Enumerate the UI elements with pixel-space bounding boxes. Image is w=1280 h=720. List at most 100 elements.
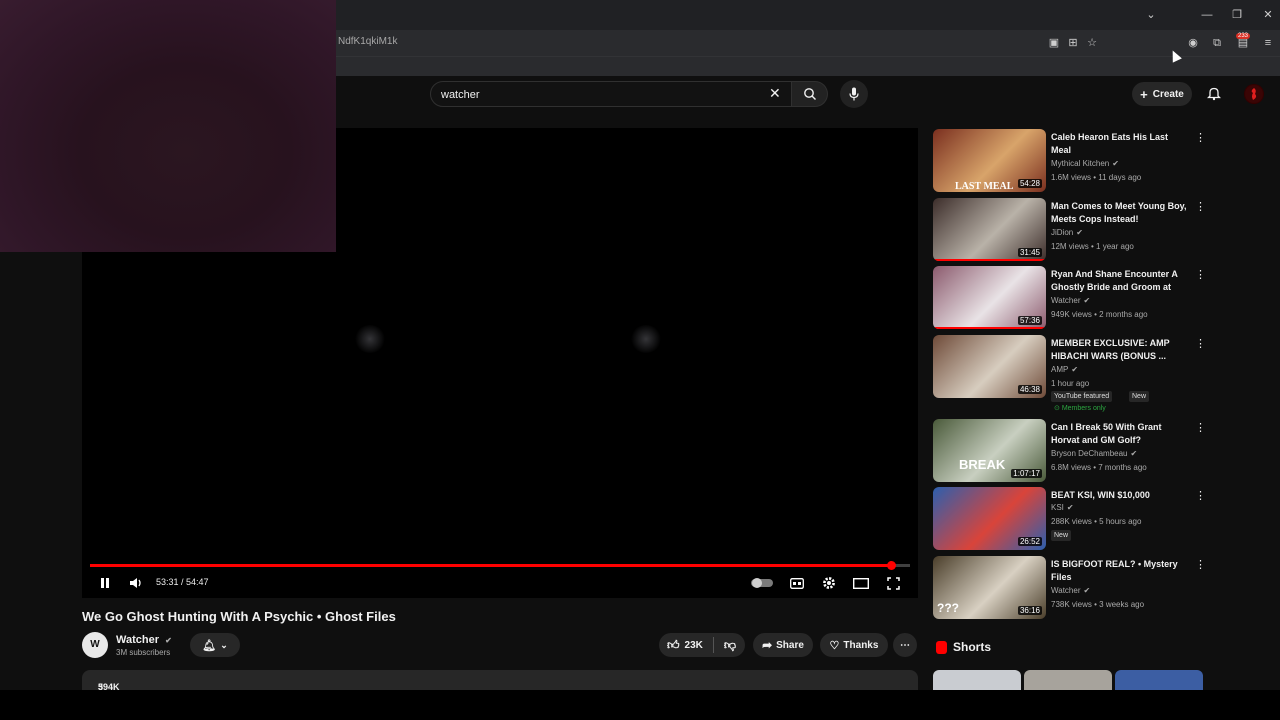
recommendation-channel-name[interactable]: Bryson DeChambeau (1051, 449, 1127, 458)
recommendation-title[interactable]: Ryan And Shane Encounter A Ghostly Bride… (1051, 268, 1189, 294)
video-thumbnail[interactable]: 46:38 (933, 335, 1046, 398)
verified-icon: ✔ (1130, 449, 1138, 458)
recommendation-title[interactable]: BEAT KSI, WIN $10,000 (1051, 489, 1189, 502)
recommendation-item[interactable]: 57:36 Ryan And Shane Encounter A Ghostly… (933, 266, 1206, 330)
search-box[interactable]: watcher ✕ (430, 81, 792, 107)
more-actions-button[interactable]: ⋯ (893, 633, 917, 657)
progress-fill (90, 564, 892, 567)
recommendation-item[interactable]: LAST MEAL 54:28 Caleb Hearon Eats His La… (933, 129, 1206, 193)
minimize-icon[interactable]: — (1197, 6, 1217, 24)
recommendation-channel[interactable]: Mythical Kitchen ✔ (1051, 159, 1119, 168)
recommendation-channel[interactable]: AMP ✔ (1051, 365, 1078, 374)
recommendation-channel-name[interactable]: KSI (1051, 503, 1064, 512)
recommendation-item[interactable]: 26:52 BEAT KSI, WIN $10,000 KSI ✔ 288K vi… (933, 487, 1206, 553)
pause-button[interactable] (96, 574, 114, 592)
more-vertical-icon[interactable]: ⋮ (1195, 131, 1206, 144)
video-thumbnail[interactable]: 26:52 (933, 487, 1046, 550)
recommendation-title[interactable]: Can I Break 50 With Grant Horvat and GM … (1051, 421, 1189, 447)
recommendation-title[interactable]: Man Comes to Meet Young Boy, Meets Cops … (1051, 200, 1189, 226)
theater-mode-button[interactable] (852, 574, 870, 592)
video-thumbnail[interactable]: ??? 36:16 (933, 556, 1046, 619)
video-thumbnail[interactable]: LAST MEAL 54:28 (933, 129, 1046, 192)
volume-button[interactable] (127, 574, 145, 592)
short-thumbnail[interactable] (1024, 670, 1112, 690)
captions-icon (790, 578, 804, 589)
recommendation-meta: 738K views • 3 weeks ago (1051, 600, 1145, 609)
more-vertical-icon[interactable]: ⋮ (1195, 489, 1206, 502)
description-box[interactable]: 594K views 3 days ago (82, 670, 918, 712)
share-button[interactable]: ➦ Share (753, 633, 813, 657)
subscribe-notifications-button[interactable]: 🔔︎ ⌄ (190, 633, 240, 657)
recommendation-title[interactable]: Caleb Hearon Eats His Last Meal (1051, 131, 1189, 157)
video-thumbnail[interactable]: 57:36 (933, 266, 1046, 329)
like-button[interactable]: 👍︎ 23K (667, 638, 703, 653)
account-avatar[interactable] (1244, 84, 1264, 104)
recommendation-channel-name[interactable]: AMP (1051, 365, 1068, 374)
close-window-icon[interactable]: ✕ (1258, 6, 1278, 24)
more-vertical-icon[interactable]: ⋮ (1195, 337, 1206, 350)
recommendation-meta: 12M views • 1 year ago (1051, 242, 1134, 251)
new-badge: New (1129, 391, 1150, 402)
new-badge: New (1051, 530, 1072, 541)
members-only-badge: ⊙ Members only (1054, 404, 1106, 412)
recommendation-channel-name[interactable]: Watcher (1051, 586, 1081, 595)
recommendation-meta: 949K views • 2 months ago (1051, 310, 1148, 319)
profile-sync-icon[interactable]: ◉ (1185, 35, 1201, 51)
video-title: We Go Ghost Hunting With A Psychic • Gho… (82, 609, 396, 624)
more-vertical-icon[interactable]: ⋮ (1195, 421, 1206, 434)
voice-search-button[interactable] (840, 80, 868, 108)
recommendation-channel[interactable]: KSI ✔ (1051, 503, 1074, 512)
fullscreen-icon (886, 577, 900, 590)
extensions-icon[interactable]: ⧉ (1209, 35, 1225, 51)
fullscreen-button[interactable] (884, 574, 902, 592)
thanks-button[interactable]: ♡ Thanks (820, 633, 888, 657)
recommendation-channel[interactable]: Watcher ✔ (1051, 586, 1090, 595)
recommendation-channel[interactable]: Bryson DeChambeau ✔ (1051, 449, 1137, 458)
recommendation-channel-name[interactable]: JiDion (1051, 228, 1073, 237)
captions-button[interactable] (788, 574, 806, 592)
recommendation-item[interactable]: 31:45 Man Comes to Meet Young Boy, Meets… (933, 198, 1206, 262)
url-text[interactable]: NdfK1qkiM1k (338, 36, 397, 47)
short-thumbnail[interactable] (1115, 670, 1203, 690)
video-thumbnail[interactable]: 31:45 (933, 198, 1046, 261)
settings-button[interactable] (820, 574, 838, 592)
dislike-button[interactable]: 👎︎ (724, 638, 736, 653)
recommendation-channel-name[interactable]: Mythical Kitchen (1051, 159, 1109, 168)
more-vertical-icon[interactable]: ⋮ (1195, 558, 1206, 571)
create-button[interactable]: + Create (1132, 82, 1192, 106)
channel-avatar[interactable]: W (82, 632, 108, 658)
video-thumbnail[interactable]: BREAK 1:07:17 (933, 419, 1046, 482)
search-button[interactable] (792, 81, 828, 107)
recommendation-title[interactable]: MEMBER EXCLUSIVE: AMP HIBACHI WARS (BONU… (1051, 337, 1189, 363)
recommendation-item[interactable]: BREAK 1:07:17 Can I Break 50 With Grant … (933, 419, 1206, 483)
install-app-icon[interactable]: ⊞ (1065, 35, 1081, 51)
channel-name-text[interactable]: Watcher (116, 634, 159, 646)
screenshot-icon[interactable]: ▣ (1046, 35, 1062, 51)
verified-icon: ✔ (1076, 228, 1083, 237)
gear-icon (823, 577, 835, 589)
autoplay-toggle[interactable] (750, 574, 774, 592)
more-vertical-icon[interactable]: ⋮ (1195, 268, 1206, 281)
channel-name[interactable]: Watcher ✔ (116, 634, 172, 646)
duration-badge: 1:07:17 (1011, 469, 1042, 478)
browser-menu-icon[interactable]: ≡ (1260, 35, 1276, 51)
recommendation-channel[interactable]: JiDion ✔ (1051, 228, 1083, 237)
more-vertical-icon[interactable]: ⋮ (1195, 200, 1206, 213)
recommendation-channel[interactable]: Watcher ✔ (1051, 296, 1090, 305)
recommendation-title[interactable]: IS BIGFOOT REAL? • Mystery Files (1051, 558, 1189, 584)
recommendation-channel-name[interactable]: Watcher (1051, 296, 1081, 305)
clear-search-icon[interactable]: ✕ (769, 85, 781, 102)
tab-list-chevron-icon[interactable]: ⌄ (1141, 6, 1161, 24)
short-thumbnail[interactable] (933, 670, 1021, 690)
bell-icon (1206, 87, 1222, 101)
thumbnail-text: BREAK (959, 457, 1006, 472)
bookmark-star-icon[interactable]: ☆ (1084, 35, 1100, 51)
recommendation-item[interactable]: ??? 36:16 IS BIGFOOT REAL? • Mystery Fil… (933, 556, 1206, 620)
restore-icon[interactable]: ❐ (1227, 6, 1247, 24)
progress-bar[interactable] (90, 561, 910, 570)
recommendation-item[interactable]: 46:38 MEMBER EXCLUSIVE: AMP HIBACHI WARS… (933, 335, 1206, 415)
search-input[interactable]: watcher (441, 89, 480, 101)
video-light-spot (630, 325, 662, 353)
notifications-button[interactable] (1205, 86, 1223, 104)
account-avatar-icon (1245, 85, 1263, 103)
